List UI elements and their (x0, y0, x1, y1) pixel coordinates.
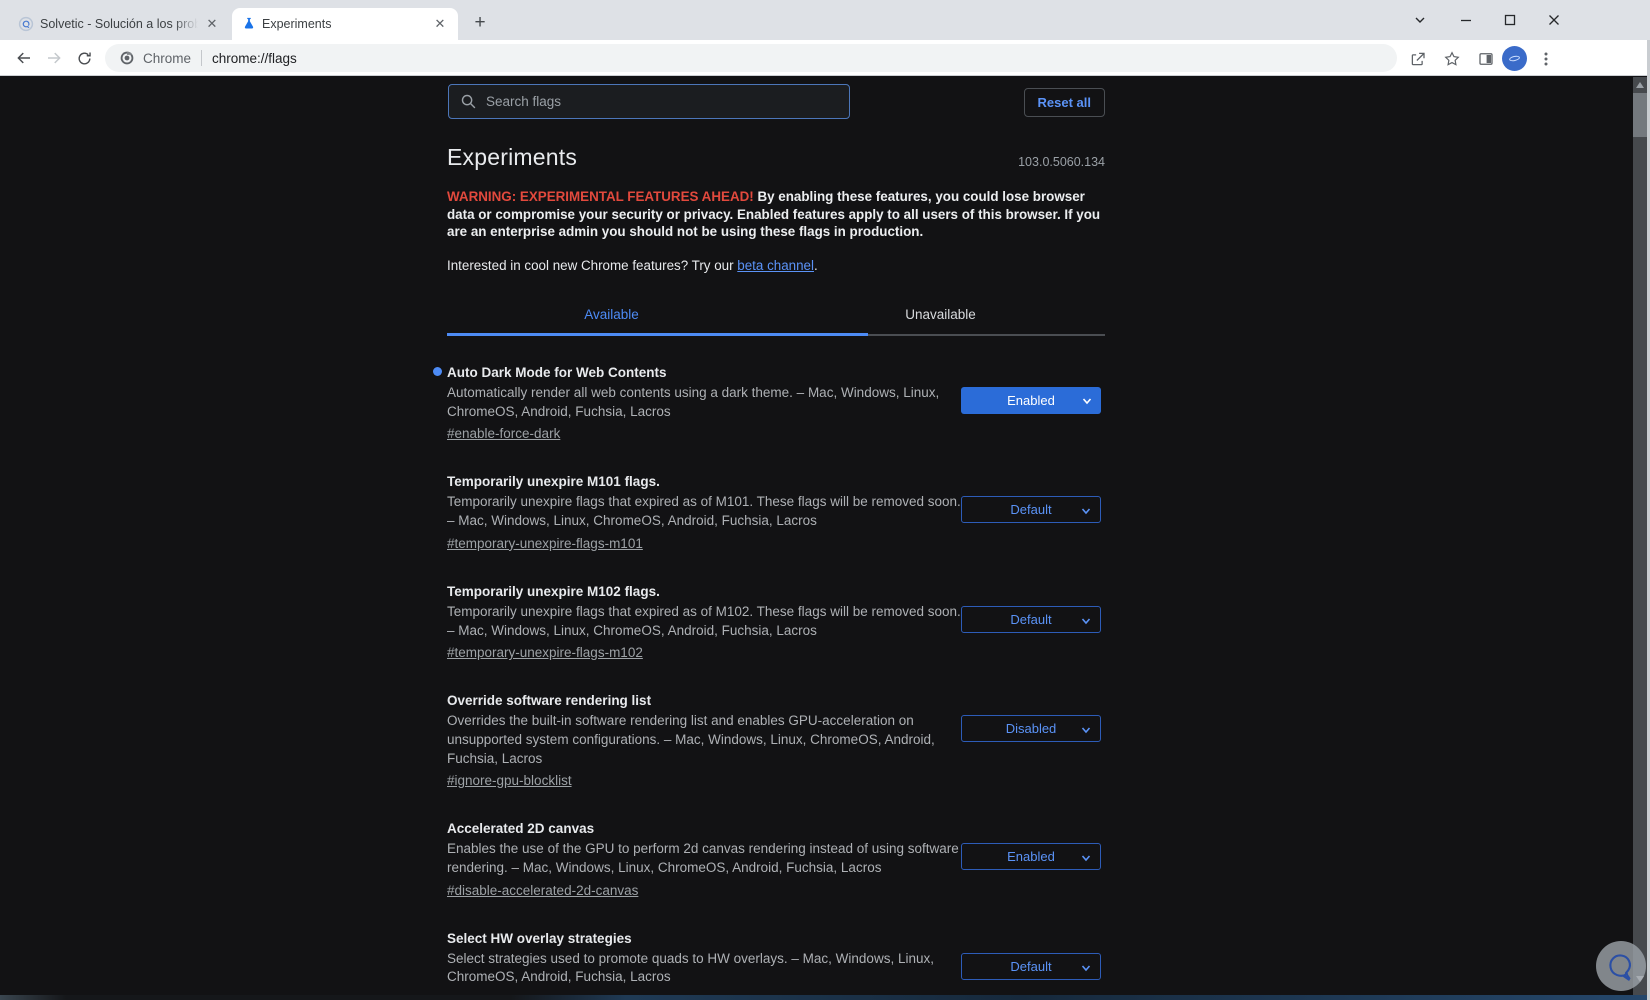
tab-search-chevron-icon[interactable] (1398, 0, 1442, 40)
flag-description: Select strategies used to promote quads … (447, 950, 934, 985)
flag-value-label: Enabled (1007, 393, 1055, 408)
site-label: Chrome (143, 50, 192, 66)
flag-title: Accelerated 2D canvas (447, 821, 595, 837)
chrome-logo-icon (119, 50, 135, 66)
selected-tab-underline (447, 333, 869, 336)
back-icon[interactable] (10, 44, 38, 72)
warning-highlight: WARNING: EXPERIMENTAL FEATURES AHEAD! (447, 189, 754, 204)
flags-tabstrip: Available Unavailable (447, 296, 1105, 336)
menu-kebab-icon[interactable] (1532, 45, 1559, 72)
flags-page: Reset all Experiments 103.0.5060.134 WAR… (0, 77, 1633, 1000)
flag-permalink[interactable]: #ignore-gpu-blocklist (447, 771, 572, 790)
flag-permalink[interactable]: #enable-force-dark (447, 424, 560, 443)
new-tab-button[interactable]: + (468, 12, 492, 36)
flag-row: Temporarily unexpire M101 flags. Tempora… (447, 472, 1105, 552)
reset-all-button[interactable]: Reset all (1023, 88, 1105, 117)
flag-title: Temporarily unexpire M101 flags. (447, 474, 660, 490)
scrollbar-up-icon[interactable] (1636, 82, 1644, 88)
tab-solvetic[interactable]: Solvetic - Solución a los problem ✕ (10, 8, 228, 40)
bookmark-star-icon[interactable] (1438, 45, 1465, 72)
browser-version: 103.0.5060.134 (1018, 155, 1105, 169)
solvetic-watermark-logo (1596, 941, 1646, 991)
window-maximize-button[interactable] (1488, 0, 1532, 40)
reload-icon[interactable] (70, 44, 98, 72)
flag-value-label: Default (1010, 502, 1052, 518)
flag-modified-bullet-icon (433, 367, 442, 376)
flag-row: Temporarily unexpire M102 flags. Tempora… (447, 582, 1105, 662)
flags-list: Auto Dark Mode for Web Contents Automati… (433, 363, 1105, 1000)
flag-value-label: Disabled (1005, 721, 1057, 737)
flag-value-select[interactable]: Default (961, 605, 1101, 633)
tab-close-icon[interactable]: ✕ (204, 16, 220, 32)
tab-available[interactable]: Available (447, 296, 776, 333)
search-flags-box (448, 84, 850, 119)
profile-avatar[interactable] (1502, 46, 1527, 71)
tab-title: Experiments (262, 17, 332, 31)
tab-title: Solvetic - Solución a los problem (40, 17, 198, 31)
flag-title: Override software rendering list (447, 693, 652, 709)
flag-title: Auto Dark Mode for Web Contents (447, 365, 667, 380)
window-bottom-edge (0, 995, 1647, 1000)
browser-tab-bar: Solvetic - Solución a los problem ✕ Expe… (0, 0, 1650, 40)
flag-row: Auto Dark Mode for Web Contents Automati… (433, 363, 1105, 443)
beta-suffix: . (813, 258, 818, 273)
tab-close-icon[interactable]: ✕ (432, 16, 448, 32)
flag-value-select[interactable]: Disabled (961, 715, 1101, 743)
tab-unavailable[interactable]: Unavailable (776, 296, 1105, 333)
flag-value-select[interactable]: Default (961, 496, 1101, 524)
flag-value-label: Default (1010, 958, 1052, 974)
flag-value-select[interactable]: Default (961, 952, 1101, 980)
flag-permalink[interactable]: #temporary-unexpire-flags-m101 (447, 534, 643, 553)
flag-description: Enables the use of the GPU to perform 2d… (447, 841, 959, 876)
flag-description: Temporarily unexpire flags that expired … (447, 603, 961, 638)
flag-permalink[interactable]: #disable-accelerated-2d-canvas (447, 881, 638, 900)
share-icon[interactable] (1404, 45, 1431, 72)
omnibox-separator (201, 50, 203, 66)
window-close-button[interactable] (1532, 0, 1576, 40)
scrollbar[interactable] (1633, 77, 1647, 1000)
flag-description: Temporarily unexpire flags that expired … (447, 494, 961, 529)
scrollbar-thumb[interactable] (1633, 93, 1647, 137)
solvetic-favicon-icon (18, 16, 34, 32)
beta-prefix: Interested in cool new Chrome features? … (447, 258, 738, 273)
search-icon (460, 93, 477, 110)
beta-channel-link[interactable]: beta channel (737, 258, 814, 273)
side-panel-icon[interactable] (1472, 45, 1499, 72)
flag-row: Select HW overlay strategies Select stra… (447, 929, 1105, 1000)
flag-value-select[interactable]: Enabled (961, 843, 1101, 871)
flag-description: Automatically render all web contents us… (447, 385, 940, 419)
flag-title: Select HW overlay strategies (447, 930, 632, 946)
flag-permalink[interactable]: #temporary-unexpire-flags-m102 (447, 643, 643, 662)
flag-value-label: Default (1010, 611, 1052, 627)
flask-icon (242, 17, 256, 31)
tab-experiments[interactable]: Experiments ✕ (232, 8, 458, 40)
flag-row: Override software rendering list Overrid… (447, 691, 1105, 790)
warning-text: WARNING: EXPERIMENTAL FEATURES AHEAD! By… (447, 188, 1107, 241)
flag-description: Overrides the built-in software renderin… (447, 713, 935, 766)
beta-channel-line: Interested in cool new Chrome features? … (447, 258, 818, 273)
page-title: Experiments (447, 144, 578, 170)
flag-value-label: Enabled (1007, 849, 1055, 865)
forward-icon[interactable] (40, 44, 68, 72)
window-minimize-button[interactable] (1444, 0, 1488, 40)
flag-title: Temporarily unexpire M102 flags. (447, 583, 660, 599)
address-bar[interactable]: Chrome chrome://flags (105, 44, 1397, 72)
browser-toolbar: Chrome chrome://flags (0, 40, 1650, 76)
flag-row: Accelerated 2D canvas Enables the use of… (447, 819, 1105, 899)
flag-value-select[interactable]: Enabled (961, 387, 1101, 414)
url-text: chrome://flags (212, 50, 297, 66)
search-flags-input[interactable] (486, 94, 838, 109)
